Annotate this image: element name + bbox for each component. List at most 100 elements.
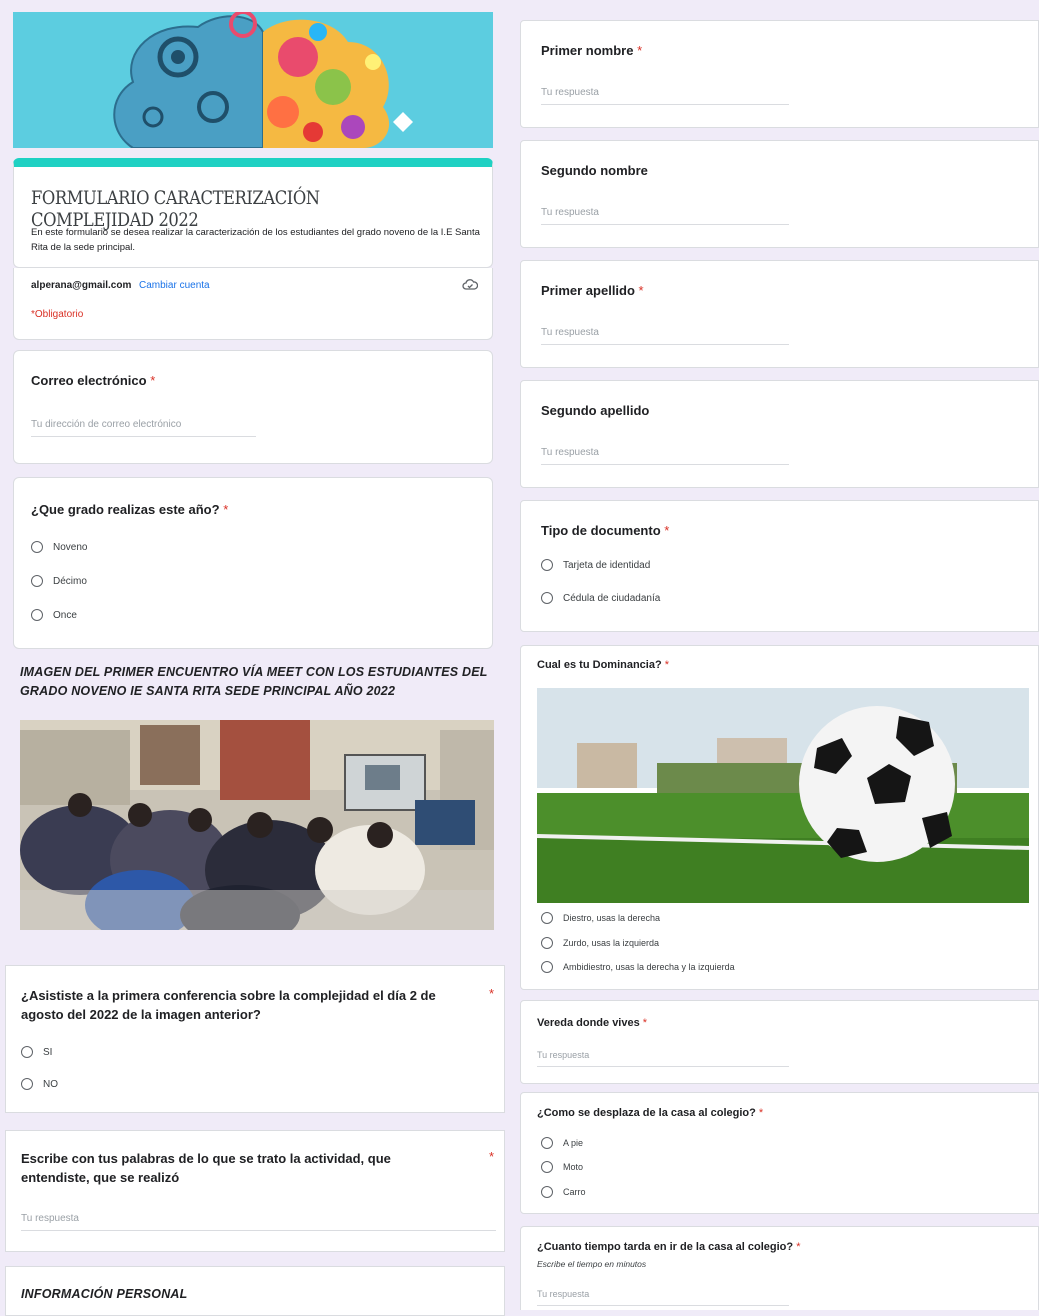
first-surname-card: Primer apellido * Tu respuesta (520, 260, 1039, 368)
email-question-label: Correo electrónico * (31, 373, 155, 388)
grade-label-text: ¿Que grado realizas este año? (31, 502, 220, 517)
required-asterisk: * (489, 986, 495, 1001)
email-label-text: Correo electrónico (31, 373, 147, 388)
vereda-label: Vereda donde vives * (537, 1017, 647, 1029)
vereda-label-text: Vereda donde vives (537, 1017, 640, 1029)
dominance-option[interactable]: Ambidiestro, usas la derecha y la izquie… (541, 961, 735, 973)
time-label-text: ¿Cuanto tiempo tarda en ir de la casa al… (537, 1241, 794, 1253)
doc-type-option[interactable]: Tarjeta de identidad (541, 559, 650, 571)
vereda-card: Vereda donde vives * Tu respuesta (520, 1000, 1039, 1084)
option-label: SI (43, 1046, 53, 1058)
required-note: *Obligatorio (31, 309, 84, 320)
grade-option[interactable]: Once (31, 609, 77, 621)
radio-button[interactable] (541, 1161, 553, 1173)
grade-question-label: ¿Que grado realizas este año? * (31, 502, 228, 517)
form-description: En este formulario se desea realizar la … (31, 227, 480, 253)
dominance-option[interactable]: Diestro, usas la derecha (541, 912, 660, 924)
option-label: Noveno (53, 541, 88, 553)
personal-info-section: INFORMACIÓN PERSONAL (5, 1266, 505, 1316)
option-label: Tarjeta de identidad (563, 559, 651, 571)
transport-option[interactable]: A pie (541, 1137, 583, 1149)
radio-button[interactable] (541, 592, 553, 604)
grade-option[interactable]: Noveno (31, 541, 87, 553)
vereda-field[interactable]: Tu respuesta (537, 1050, 789, 1067)
radio-button[interactable] (541, 912, 553, 924)
transport-label: ¿Como se desplaza de la casa al colegio?… (537, 1107, 763, 1119)
first-name-label-text: Primer nombre (541, 43, 634, 58)
dominance-label: Cual es tu Dominancia? * (537, 659, 669, 671)
first-name-field[interactable]: Tu respuesta (541, 87, 789, 105)
option-label: Zurdo, usas la izquierda (563, 938, 660, 948)
grade-question-card: ¿Que grado realizas este año? * Noveno D… (13, 477, 493, 649)
attended-question-label: ¿Asististe a la primera conferencia sobr… (21, 986, 471, 1024)
required-asterisk: * (637, 43, 643, 58)
required-asterisk: * (150, 373, 156, 388)
time-hint: Escribe el tiempo en minutos (537, 1259, 647, 1269)
dominance-label-text: Cual es tu Dominancia? (537, 659, 662, 671)
dominance-option[interactable]: Zurdo, usas la izquierda (541, 937, 659, 949)
time-field[interactable]: Tu respuesta (537, 1289, 789, 1306)
header-banner (13, 12, 493, 148)
email-field[interactable]: Tu dirección de correo electrónico (31, 419, 256, 437)
required-asterisk: * (796, 1241, 801, 1253)
describe-answer-field[interactable]: Tu respuesta (21, 1213, 496, 1231)
time-label: ¿Cuanto tiempo tarda en ir de la casa al… (537, 1241, 800, 1253)
second-name-label: Segundo nombre (541, 163, 648, 178)
radio-button[interactable] (31, 609, 43, 621)
required-asterisk: * (642, 1017, 648, 1029)
second-surname-card: Segundo apellido Tu respuesta (520, 380, 1039, 488)
radio-button[interactable] (541, 559, 553, 571)
second-name-field[interactable]: Tu respuesta (541, 207, 789, 225)
radio-button[interactable] (541, 961, 553, 973)
first-surname-label-text: Primer apellido (541, 283, 635, 298)
attended-option[interactable]: NO (21, 1078, 58, 1090)
option-label: Diestro, usas la derecha (563, 913, 661, 923)
option-label: A pie (563, 1138, 584, 1148)
option-label: Ambidiestro, usas la derecha y la izquie… (563, 962, 735, 972)
attended-question-card: ¿Asististe a la primera conferencia sobr… (5, 965, 505, 1113)
radio-button[interactable] (541, 1186, 553, 1198)
change-account-link[interactable]: Cambiar cuenta (139, 280, 210, 291)
transport-label-text: ¿Como se desplaza de la casa al colegio? (537, 1107, 756, 1119)
radio-button[interactable] (541, 1137, 553, 1149)
second-name-card: Segundo nombre Tu respuesta (520, 140, 1039, 248)
option-label: Cédula de ciudadanía (563, 592, 661, 604)
radio-button[interactable] (21, 1078, 33, 1090)
doc-type-card: Tipo de documento * Tarjeta de identidad… (520, 500, 1039, 632)
first-surname-label: Primer apellido * (541, 283, 644, 298)
required-asterisk: * (489, 1149, 495, 1164)
dominance-card: Cual es tu Dominancia? * Diestro, usas l… (520, 645, 1039, 990)
first-name-card: Primer nombre * Tu respuesta (520, 20, 1039, 128)
radio-button[interactable] (541, 937, 553, 949)
second-surname-field[interactable]: Tu respuesta (541, 447, 789, 465)
brain-illustration (113, 12, 413, 148)
required-asterisk: * (223, 502, 229, 517)
radio-button[interactable] (31, 575, 43, 587)
account-email: alperana@gmail.com (31, 280, 132, 291)
doc-type-label-text: Tipo de documento (541, 523, 661, 538)
radio-button[interactable] (31, 541, 43, 553)
section-title-meet: IMAGEN DEL PRIMER ENCUENTRO VÍA MEET CON… (20, 665, 488, 698)
account-card: alperana@gmail.com Cambiar cuenta *Oblig… (13, 268, 493, 340)
option-label: Once (53, 609, 77, 621)
email-question-card: Correo electrónico * Tu dirección de cor… (13, 350, 493, 464)
cloud-save-icon[interactable] (462, 278, 479, 297)
soccer-ball-photo (537, 688, 1029, 903)
classroom-photo (20, 720, 494, 930)
transport-option[interactable]: Moto (541, 1161, 583, 1173)
grade-option[interactable]: Décimo (31, 575, 87, 587)
option-label: Carro (563, 1187, 586, 1197)
doc-type-option[interactable]: Cédula de ciudadanía (541, 592, 660, 604)
attended-label-text: ¿Asististe a la primera conferencia sobr… (21, 988, 436, 1022)
transport-option[interactable]: Carro (541, 1186, 586, 1198)
required-asterisk: * (638, 283, 644, 298)
first-name-label: Primer nombre * (541, 43, 642, 58)
required-asterisk: * (758, 1107, 764, 1119)
radio-button[interactable] (21, 1046, 33, 1058)
describe-question-card: Escribe con tus palabras de lo que se tr… (5, 1130, 505, 1252)
attended-option[interactable]: SI (21, 1046, 52, 1058)
first-surname-field[interactable]: Tu respuesta (541, 327, 789, 345)
option-label: Décimo (53, 575, 87, 587)
section-title-personal: INFORMACIÓN PERSONAL (21, 1287, 188, 1301)
describe-label-text: Escribe con tus palabras de lo que se tr… (21, 1151, 391, 1185)
